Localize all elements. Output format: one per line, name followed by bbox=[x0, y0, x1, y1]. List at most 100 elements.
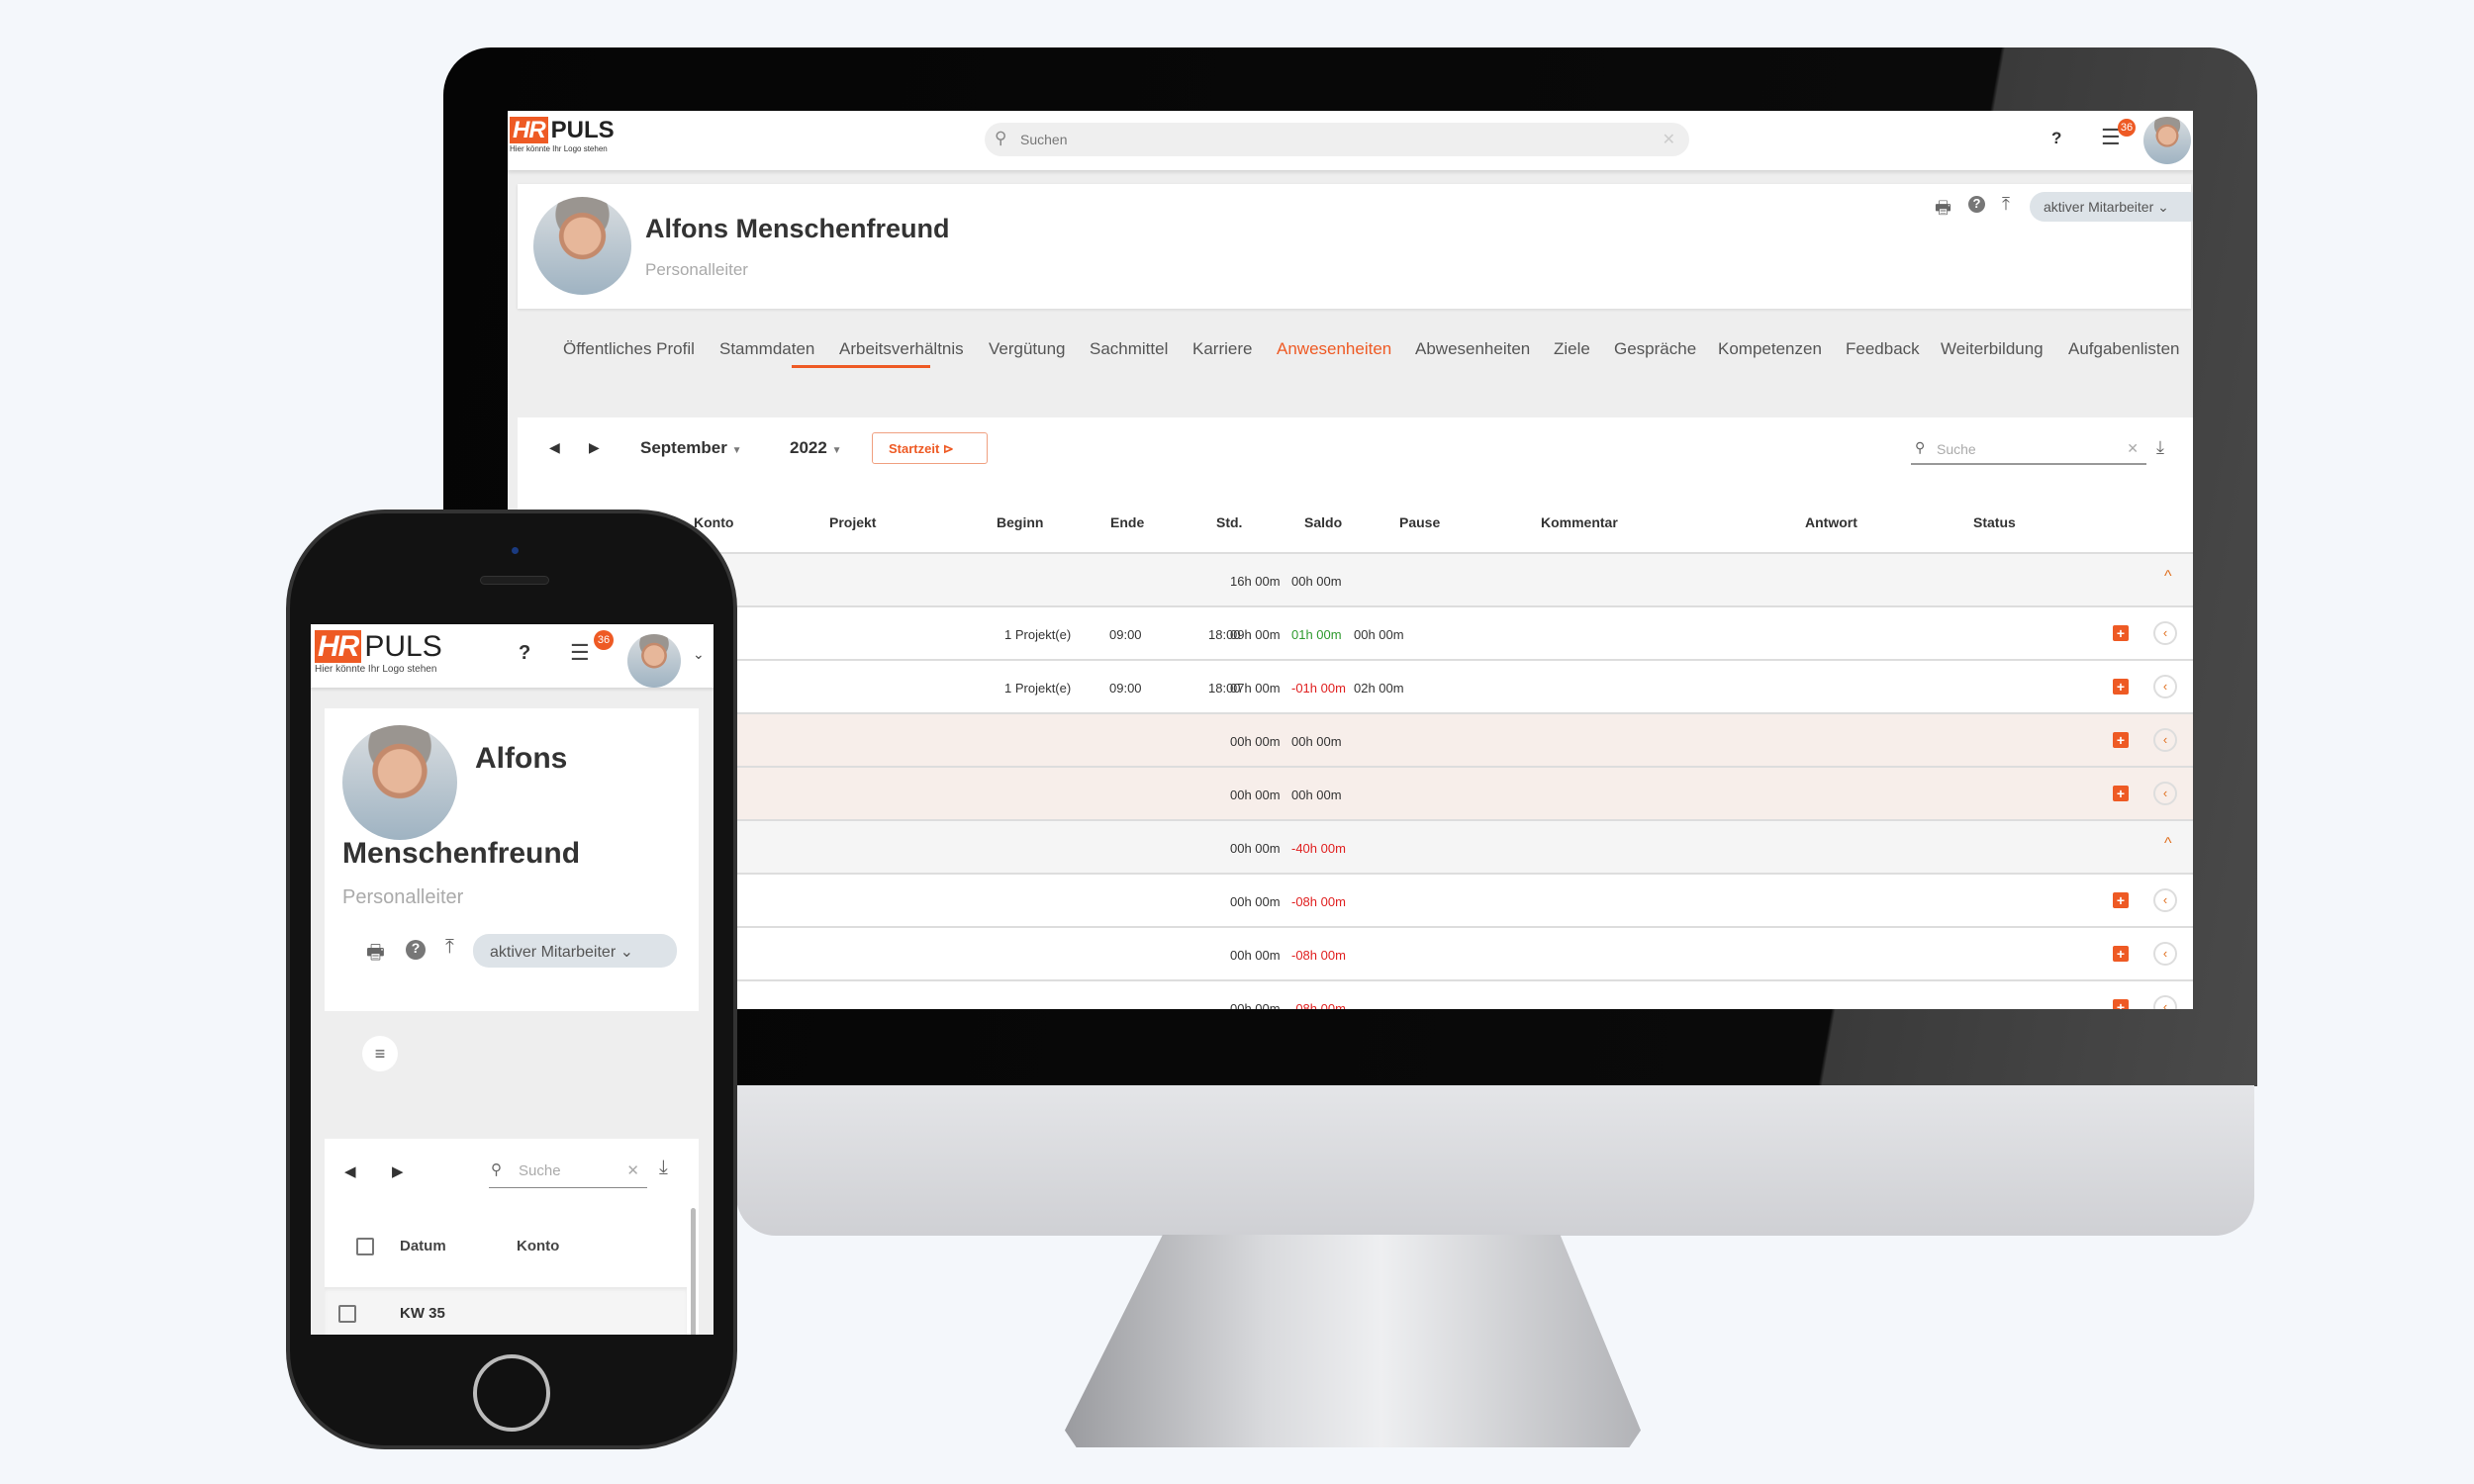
tab-weiterbildung[interactable]: Weiterbildung bbox=[1941, 339, 2044, 359]
add-entry-icon[interactable]: + bbox=[2113, 732, 2129, 748]
tab-sachmittel[interactable]: Sachmittel bbox=[1090, 339, 1168, 359]
row-checkbox[interactable] bbox=[338, 1305, 356, 1323]
scrollbar[interactable] bbox=[691, 1208, 696, 1335]
table-search-input[interactable]: ⚲ Suche ✕ bbox=[1911, 435, 2146, 465]
startzeit-button[interactable]: Startzeit ⊳ bbox=[872, 432, 988, 464]
week-row[interactable]: KW 35 bbox=[325, 1287, 687, 1335]
global-search-input[interactable]: ⚲ Suchen ✕ bbox=[985, 123, 1689, 156]
add-entry-icon[interactable]: + bbox=[2113, 999, 2129, 1009]
prev-month-button[interactable]: ◀ bbox=[549, 439, 560, 456]
table-row[interactable]: 00h 00m -08h 00m + ‹ bbox=[518, 875, 2193, 928]
table-row[interactable]: 1 Projekt(e) 09:00 18:00 09h 00m 01h 00m 00h … bbox=[518, 607, 2193, 661]
week-group-row[interactable]: 16h 00m 00h 00m ^ bbox=[518, 554, 2193, 607]
tab-arbeitsverhältnis[interactable]: Arbeitsverhältnis bbox=[839, 339, 964, 359]
tab-vergütung[interactable]: Vergütung bbox=[989, 339, 1066, 359]
cell-projekt: 1 Projekt(e) bbox=[1004, 681, 1072, 696]
help-button[interactable]: ? bbox=[2051, 129, 2061, 148]
profile-avatar bbox=[342, 725, 457, 840]
tab-aufgabenlisten[interactable]: Aufgabenlisten bbox=[2068, 339, 2179, 359]
tab-ziele[interactable]: Ziele bbox=[1554, 339, 1590, 359]
column-header[interactable]: Status bbox=[1973, 514, 2016, 530]
next-month-button[interactable]: ▶ bbox=[589, 439, 600, 456]
year-select[interactable]: 2022 ▼ bbox=[790, 438, 841, 458]
home-button[interactable] bbox=[473, 1354, 550, 1432]
expand-row-icon[interactable]: ‹ bbox=[2153, 995, 2177, 1009]
add-entry-icon[interactable]: + bbox=[2113, 892, 2129, 908]
add-entry-icon[interactable]: + bbox=[2113, 625, 2129, 641]
menu-icon[interactable]: ≡ bbox=[362, 1036, 398, 1071]
help-icon[interactable]: ? bbox=[406, 940, 426, 960]
speaker bbox=[480, 576, 549, 585]
column-header[interactable]: Saldo bbox=[1304, 514, 1342, 530]
prev-button[interactable]: ◀ bbox=[344, 1162, 356, 1180]
add-entry-icon[interactable]: + bbox=[2113, 946, 2129, 962]
tab-stammdaten[interactable]: Stammdaten bbox=[719, 339, 814, 359]
tab-abwesenheiten[interactable]: Abwesenheiten bbox=[1415, 339, 1530, 359]
expand-row-icon[interactable]: ‹ bbox=[2153, 888, 2177, 912]
monitor-chin bbox=[736, 1085, 2254, 1236]
tab-karriere[interactable]: Karriere bbox=[1192, 339, 1252, 359]
collapse-chevron-icon[interactable]: ^ bbox=[2164, 568, 2172, 586]
table-row[interactable]: 00h 00m -08h 00m + ‹ bbox=[518, 928, 2193, 981]
download-icon[interactable]: ⤓ bbox=[659, 1157, 668, 1179]
caret-down-icon: ▼ bbox=[831, 445, 842, 456]
print-icon[interactable]: 🖶 bbox=[1935, 196, 1951, 226]
table-row[interactable]: 1 Projekt(e) 09:00 18:00 07h 00m -01h 00m 02h… bbox=[518, 661, 2193, 714]
chevron-down-icon[interactable]: ⌄ bbox=[693, 646, 705, 663]
column-header[interactable]: Projekt bbox=[829, 514, 876, 530]
next-button[interactable]: ▶ bbox=[392, 1162, 404, 1180]
column-header[interactable]: Ende bbox=[1110, 514, 1144, 530]
expand-row-icon[interactable]: ‹ bbox=[2153, 675, 2177, 698]
expand-row-icon[interactable]: ‹ bbox=[2153, 782, 2177, 805]
tab-anwesenheiten[interactable]: Anwesenheiten bbox=[1277, 339, 1391, 359]
cell-pause: 00h 00m bbox=[1354, 627, 1404, 642]
expand-row-icon[interactable]: ‹ bbox=[2153, 621, 2177, 645]
clear-icon[interactable]: ✕ bbox=[626, 1161, 639, 1179]
column-header[interactable]: Beginn bbox=[997, 514, 1043, 530]
tasks-icon[interactable]: ☰ bbox=[570, 640, 590, 666]
mobile-search-input[interactable]: ⚲ Suche ✕ bbox=[489, 1153, 647, 1188]
user-avatar[interactable] bbox=[2143, 117, 2191, 164]
tasks-badge: 36 bbox=[2118, 119, 2136, 137]
cell-saldo: 00h 00m bbox=[1291, 788, 1342, 802]
table-row[interactable]: 00h 00m 00h 00m + ‹ bbox=[518, 768, 2193, 821]
select-all-checkbox[interactable] bbox=[356, 1238, 374, 1255]
cell-saldo: -08h 00m bbox=[1291, 948, 1346, 963]
print-icon[interactable]: 🖶 bbox=[366, 938, 385, 972]
table-row[interactable]: 00h 00m -08h 00m + ‹ bbox=[518, 981, 2193, 1009]
month-select[interactable]: September ▼ bbox=[640, 438, 742, 458]
cell-std: 00h 00m bbox=[1230, 788, 1281, 802]
table-row[interactable]: 00h 00m 00h 00m + ‹ bbox=[518, 714, 2193, 768]
logo[interactable]: HR PULS Hier könnte Ihr Logo stehen bbox=[315, 630, 442, 675]
clear-icon[interactable]: ✕ bbox=[1663, 130, 1675, 149]
help-icon[interactable]: ? bbox=[1968, 196, 1985, 213]
chevron-down-icon: ⌄ bbox=[619, 944, 634, 961]
startzeit-label: Startzeit bbox=[889, 441, 940, 456]
tab-gespräche[interactable]: Gespräche bbox=[1614, 339, 1696, 359]
search-icon: ⚲ bbox=[1915, 439, 1926, 455]
add-entry-icon[interactable]: + bbox=[2113, 786, 2129, 801]
column-header[interactable]: Konto bbox=[694, 514, 733, 530]
user-avatar[interactable] bbox=[627, 634, 681, 688]
year-value: 2022 bbox=[790, 438, 827, 457]
expand-row-icon[interactable]: ‹ bbox=[2153, 942, 2177, 966]
help-button[interactable]: ? bbox=[519, 642, 530, 665]
tab-kompetenzen[interactable]: Kompetenzen bbox=[1718, 339, 1822, 359]
tab-feedback[interactable]: Feedback bbox=[1846, 339, 1920, 359]
column-header[interactable]: Pause bbox=[1399, 514, 1440, 530]
upload-icon[interactable]: ⤒ bbox=[2002, 194, 2010, 215]
week-group-row[interactable]: 00h 00m -40h 00m ^ bbox=[518, 821, 2193, 875]
expand-row-icon[interactable]: ‹ bbox=[2153, 728, 2177, 752]
tab-öffentliches-profil[interactable]: Öffentliches Profil bbox=[563, 339, 695, 359]
column-header[interactable]: Kommentar bbox=[1541, 514, 1618, 530]
add-entry-icon[interactable]: + bbox=[2113, 679, 2129, 695]
column-header[interactable]: Antwort bbox=[1805, 514, 1857, 530]
status-dropdown[interactable]: aktiver Mitarbeiter ⌄ bbox=[2030, 192, 2193, 222]
clear-icon[interactable]: ✕ bbox=[2127, 440, 2139, 457]
collapse-chevron-icon[interactable]: ^ bbox=[2164, 835, 2172, 853]
status-dropdown[interactable]: aktiver Mitarbeiter ⌄ bbox=[473, 934, 677, 968]
upload-icon[interactable]: ⤒ bbox=[445, 936, 454, 959]
download-icon[interactable]: ⤓ bbox=[2156, 437, 2164, 458]
logo[interactable]: HR PULS Hier könnte Ihr Logo stehen bbox=[510, 117, 615, 153]
column-header[interactable]: Std. bbox=[1216, 514, 1242, 530]
